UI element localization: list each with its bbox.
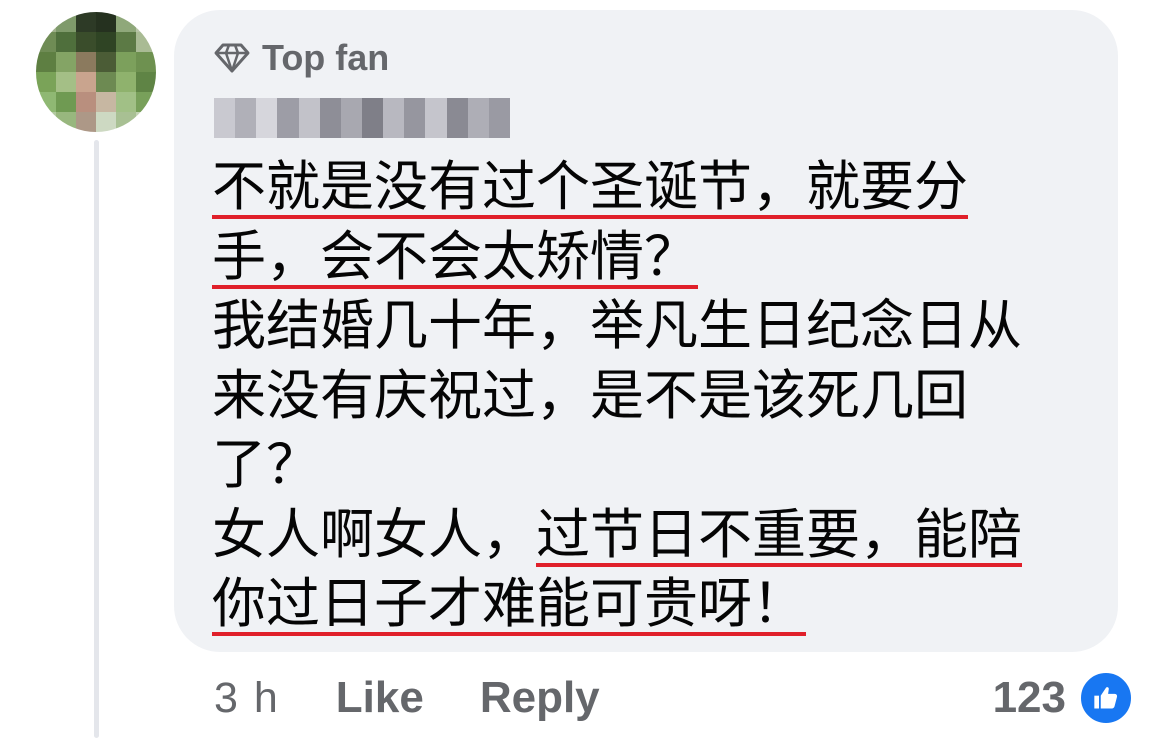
comment-line: 我结婚几十年，举凡生日纪念日从 xyxy=(212,291,1102,361)
author-name-obscured[interactable] xyxy=(214,98,510,138)
reaction-summary[interactable]: 123 xyxy=(993,668,1134,728)
comment-line: 不就是没有过个圣诞节，就要分 xyxy=(212,152,1102,222)
comment-segment: 我结婚几十年，举凡生日纪念日从 xyxy=(212,294,1022,357)
underlined-text: 你过日子才难能可贵呀！ xyxy=(212,572,806,635)
underlined-text: 不就是没有过个圣诞节，就要分 xyxy=(212,155,968,218)
avatar[interactable] xyxy=(36,12,156,132)
like-button[interactable]: Like xyxy=(336,673,424,723)
comment-line: 你过日子才难能可贵呀！ xyxy=(212,569,1102,639)
badge-label: Top fan xyxy=(262,37,390,78)
comment-line: 来没有庆祝过，是不是该死几回 xyxy=(212,361,1102,431)
top-fan-badge: Top fan xyxy=(214,36,389,80)
timestamp[interactable]: 3 h xyxy=(214,674,280,723)
comment-text: 不就是没有过个圣诞节，就要分 手，会不会太矫情？ 我结婚几十年，举凡生日纪念日从 来没… xyxy=(212,152,1102,639)
reaction-count: 123 xyxy=(992,673,1066,722)
thread-line xyxy=(94,140,99,738)
reply-button[interactable]: Reply xyxy=(480,673,600,723)
underlined-text: 手，会不会太矫情？ xyxy=(212,224,698,288)
underlined-text: 过节日不重要，能陪 xyxy=(536,502,1022,566)
comment-segment: 来没有庆祝过，是不是该死几回 xyxy=(212,363,968,427)
comment-segment: 了？ xyxy=(212,433,320,496)
comment-line: 女人啊女人，过节日不重要，能陪 xyxy=(212,500,1102,570)
diamond-icon xyxy=(214,43,250,73)
comment-line: 了？ xyxy=(212,430,1102,500)
thumbs-up-icon xyxy=(1078,670,1134,726)
comment-line: 手，会不会太矫情？ xyxy=(212,222,1102,292)
comment-segment: 女人啊女人， xyxy=(212,502,536,566)
comment-actions: 3 h Like Reply xyxy=(214,668,656,728)
